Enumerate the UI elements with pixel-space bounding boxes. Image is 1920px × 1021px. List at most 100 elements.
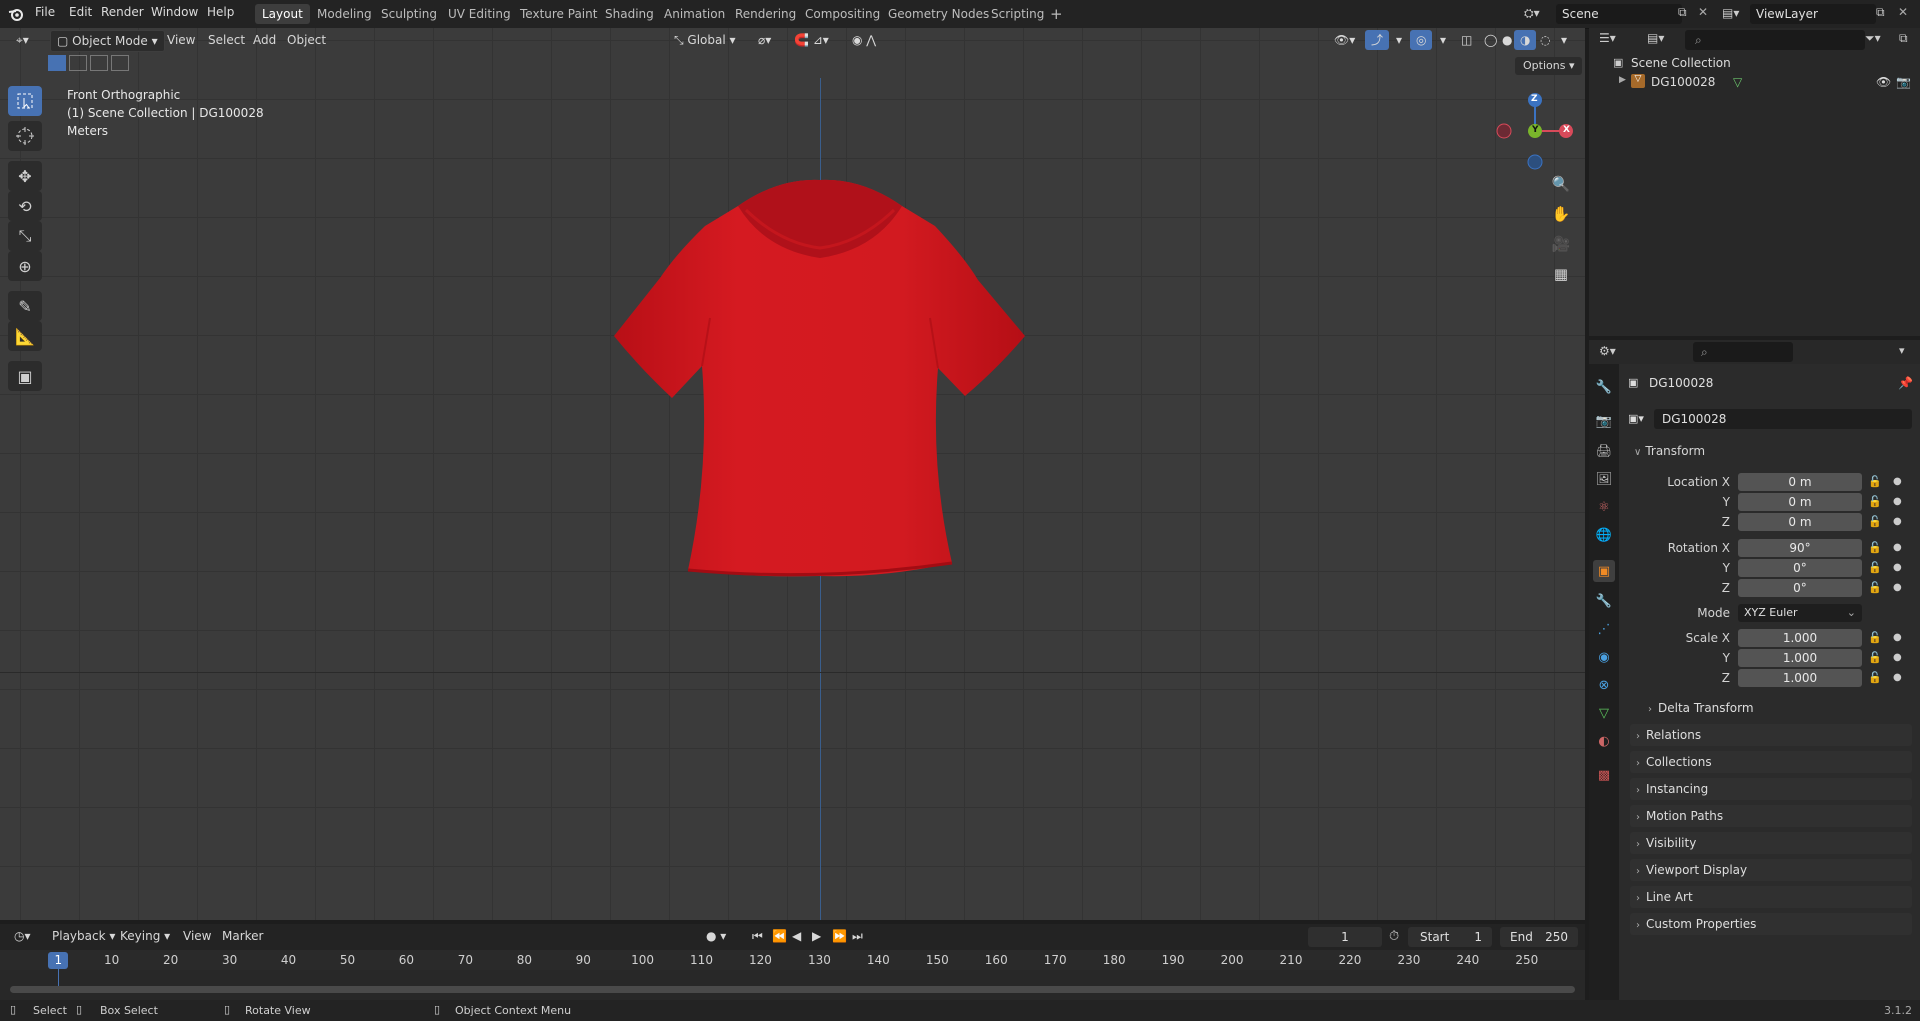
properties-search-input[interactable]: ⌕ [1693,342,1793,362]
keyframe-dot-icon[interactable]: ● [1893,496,1902,507]
object-data-dropdown-icon[interactable]: ▣▾ [1628,412,1644,425]
tshirt-object[interactable] [600,168,1040,608]
menu-help[interactable]: Help [207,5,234,19]
end-frame-field[interactable]: End 250 [1500,927,1578,947]
render-camera-icon[interactable]: 📷 [1896,75,1911,89]
outliner-item-name[interactable]: DG100028 [1651,75,1715,89]
panel-instancing[interactable]: › Instancing [1630,778,1912,800]
pivot-point-icon[interactable]: ⌀▾ [752,30,777,50]
lock-icon[interactable]: 🔓 [1868,475,1882,488]
add-workspace-icon[interactable]: + [1050,5,1063,23]
transform-panel-header[interactable]: ∨ Transform [1630,440,1912,462]
blender-logo-icon[interactable] [8,6,24,22]
filter-icon[interactable]: ⏷▾ [1865,31,1881,46]
keyframe-dot-icon[interactable]: ● [1893,632,1902,643]
lock-icon[interactable]: 🔓 [1868,495,1882,508]
menu-file[interactable]: File [35,5,55,19]
tab-animation[interactable]: Animation [657,4,732,24]
world-tab-icon[interactable]: 🌐 [1593,524,1615,546]
keyframe-dot-icon[interactable]: ● [1893,516,1902,527]
panel-custom-properties[interactable]: › Custom Properties [1630,913,1912,935]
tab-sculpting[interactable]: Sculpting [374,4,444,24]
texture-tab-icon[interactable]: ▩ [1593,764,1615,786]
use-preview-range-icon[interactable]: ⏱ [1389,929,1399,944]
rendered-shading-icon[interactable]: ◌ [1534,30,1556,50]
select-box-tool[interactable] [8,86,42,116]
menu-keying[interactable]: Keying ▾ [114,926,176,946]
measure-tool[interactable]: 📐 [8,321,42,351]
panel-collections[interactable]: › Collections [1630,751,1912,773]
scale-x-field[interactable]: 1.000 [1738,629,1862,647]
panel-relations[interactable]: › Relations [1630,724,1912,746]
object-mode-dropdown[interactable]: ▢ Object Mode ▾ [50,30,165,52]
particles-tab-icon[interactable]: ⋰ [1593,618,1615,640]
keyframe-dot-icon[interactable]: ● [1893,476,1902,487]
rotation-x-field[interactable]: 90° [1738,539,1862,557]
mesh-data-icon[interactable]: ▽ [1733,75,1742,89]
tab-layout[interactable]: Layout [255,4,310,24]
tab-texture-paint[interactable]: Texture Paint [513,4,604,24]
new-scene-icon[interactable]: ⧉ [1678,5,1687,20]
xray-icon[interactable]: ◫ [1455,30,1478,50]
zoom-icon[interactable]: 🔍 [1547,170,1575,198]
modifier-tab-icon[interactable]: 🔧 [1593,590,1615,612]
scene-icon[interactable]: ⛭▾ [1524,6,1540,21]
rotate-tool[interactable]: ⟲ [8,191,42,221]
tab-modeling[interactable]: Modeling [310,4,379,24]
menu-timeline-view[interactable]: View [177,926,217,946]
view-layer-icon[interactable]: ▤▾ [1722,6,1739,20]
constraints-tab-icon[interactable]: ⊗ [1593,674,1615,696]
auto-keying-icon[interactable]: ● ▾ [700,926,732,946]
scene-collection-label[interactable]: Scene Collection [1631,56,1731,70]
lock-icon[interactable]: 🔓 [1868,581,1882,594]
delete-view-layer-icon[interactable]: ✕ [1898,5,1908,19]
tab-compositing[interactable]: Compositing [798,4,887,24]
lock-icon[interactable]: 🔓 [1868,671,1882,684]
new-view-layer-icon[interactable]: ⧉ [1876,5,1885,20]
render-tab-icon[interactable]: 📷 [1593,410,1615,432]
panel-viewport-display[interactable]: › Viewport Display [1630,859,1912,881]
location-y-field[interactable]: 0 m [1738,493,1862,511]
start-frame-field[interactable]: Start 1 [1408,927,1492,947]
play-icon[interactable]: ▶ [806,926,827,946]
rotation-mode-dropdown[interactable]: XYZ Euler ⌄ [1738,604,1862,622]
view-layer-field[interactable]: ViewLayer [1750,4,1876,24]
annotate-tool[interactable]: ✎ [8,291,42,321]
properties-options-icon[interactable]: ▾ [1899,344,1905,357]
tab-geometry-nodes[interactable]: Geometry Nodes [881,4,996,24]
scale-y-field[interactable]: 1.000 [1738,649,1862,667]
proportional-edit-icon[interactable]: ◉ ⋀ [846,30,882,50]
new-collection-icon[interactable]: ⧉ [1899,31,1908,46]
visibility-selectability-icon[interactable]: 👁▾ [1328,30,1361,50]
keyframe-dot-icon[interactable]: ● [1893,542,1902,553]
snap-icon[interactable]: 🧲 ⊿▾ [788,30,835,50]
delete-scene-icon[interactable]: ✕ [1698,5,1708,19]
delta-transform-subpanel[interactable]: › Delta Transform [1642,698,1912,718]
cursor-tool[interactable] [8,121,42,151]
menu-playback[interactable]: Playback ▾ [46,926,121,946]
tab-rendering[interactable]: Rendering [728,4,803,24]
selection-mode-buttons[interactable] [48,55,138,75]
lock-icon[interactable]: 🔓 [1868,631,1882,644]
play-reverse-icon[interactable]: ◀ [786,926,807,946]
menu-object[interactable]: Object [281,30,332,50]
tool-tab-icon[interactable]: 🔧 [1593,376,1615,398]
lock-icon[interactable]: 🔓 [1868,515,1882,528]
add-cube-tool[interactable]: ▣ [8,361,42,391]
menu-render[interactable]: Render [101,5,144,19]
object-name-field[interactable]: DG100028 [1654,409,1912,429]
display-mode-icon[interactable]: ▤▾ [1647,31,1664,45]
pan-hand-icon[interactable]: ✋ [1547,200,1575,228]
overlays-dropdown-icon[interactable]: ▾ [1434,30,1452,50]
physics-tab-icon[interactable]: ◉ [1593,646,1615,668]
menu-edit[interactable]: Edit [69,5,92,19]
scale-z-field[interactable]: 1.000 [1738,669,1862,687]
rotation-z-field[interactable]: 0° [1738,579,1862,597]
camera-view-icon[interactable]: 🎥 [1547,230,1575,258]
output-tab-icon[interactable]: 🖨 [1593,440,1615,462]
material-tab-icon[interactable]: ◐ [1593,730,1615,752]
menu-add[interactable]: Add [247,30,282,50]
keyframe-dot-icon[interactable]: ● [1893,562,1902,573]
tab-shading[interactable]: Shading [598,4,661,24]
gizmo-dropdown-icon[interactable]: ▾ [1390,30,1408,50]
